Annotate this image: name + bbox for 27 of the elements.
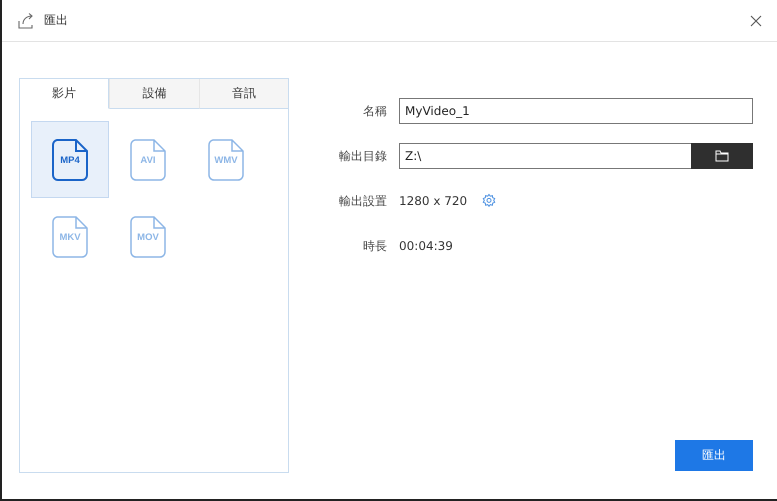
format-label: MKV — [59, 232, 81, 242]
duration-value: 00:04:39 — [399, 239, 453, 253]
field-label: 時長 — [362, 238, 387, 254]
name-field[interactable]: MyVideo_1 — [399, 98, 753, 124]
file-icon — [129, 138, 167, 182]
format-tile[interactable]: MP4 — [31, 121, 109, 198]
settings-icon[interactable] — [481, 193, 498, 209]
resolution-value: 1280 x 720 — [399, 194, 468, 208]
folder-field[interactable]: Z:\ — [399, 143, 691, 169]
field-label: 輸出目錄 — [338, 148, 387, 164]
field-label: 輸出設置 — [338, 192, 387, 210]
file-icon — [51, 214, 89, 258]
file-icon — [129, 214, 167, 258]
format-label: WMV — [214, 154, 238, 166]
tab[interactable]: 音訊 — [198, 79, 288, 109]
format-label: AVI — [140, 154, 156, 166]
window-title: 匯出 — [44, 12, 69, 29]
format-label: MOV — [137, 232, 159, 242]
file-icon — [51, 138, 89, 182]
close-icon[interactable] — [749, 14, 763, 28]
export-button[interactable]: 匯出 — [675, 440, 753, 471]
field-label: 名稱 — [362, 102, 387, 120]
folder-button[interactable] — [691, 143, 753, 169]
format-label: MP4 — [60, 154, 80, 166]
tab[interactable]: 設備 — [109, 79, 199, 109]
file-icon — [207, 138, 245, 182]
folder-icon — [715, 150, 729, 162]
